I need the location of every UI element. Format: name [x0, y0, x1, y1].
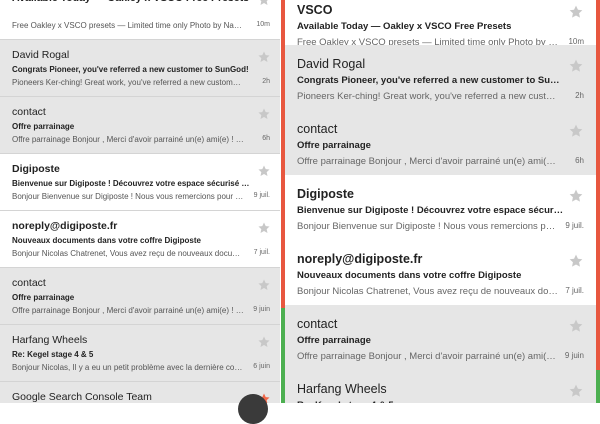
star-icon[interactable]: [568, 123, 584, 139]
email-row[interactable]: contact Offre parrainage Offre parrainage …: [0, 268, 280, 325]
email-subject: Offre parrainage: [297, 335, 371, 346]
floating-action-fragment[interactable]: [238, 394, 268, 424]
email-preview: Offre parrainage Bonjour , Merci d'avoir…: [12, 135, 244, 144]
email-subject: Bienvenue sur Digiposte ! Découvrez votr…: [12, 179, 250, 188]
email-sender: contact: [297, 317, 338, 331]
email-sender: Harfang Wheels: [297, 382, 387, 396]
email-preview: Bonjour Nicolas, Il y a eu un petit prob…: [12, 363, 244, 372]
email-sender: contact: [297, 122, 338, 136]
email-time: 2h: [262, 78, 270, 85]
email-row[interactable]: contact Offre parrainage Offre parrainage …: [285, 110, 600, 176]
email-time: 2h: [575, 91, 584, 100]
email-sender: contact: [12, 106, 46, 118]
email-preview: Bonjour Bienvenue sur Digiposte ! Nous v…: [12, 192, 244, 201]
email-subject: Available Today — Oakley x VSCO Free Pre…: [297, 21, 512, 32]
email-time: 7 juil.: [253, 249, 270, 256]
email-row[interactable]: Available Today — Oakley x VSCO Free Pre…: [0, 0, 280, 40]
email-list-wide: VSCO Available Today — Oakley x VSCO Free…: [285, 0, 600, 403]
email-sender: VSCO: [297, 3, 333, 17]
strip-right-red: [596, 0, 600, 370]
strip-left-green: [281, 308, 285, 403]
email-row[interactable]: David Rogal Congrats Pioneer, you've refe…: [0, 40, 280, 97]
email-preview: Free Oakley x VSCO presets — Limited tim…: [12, 21, 244, 30]
star-icon[interactable]: [257, 221, 271, 235]
email-row[interactable]: contact Offre parrainage Offre parrainage …: [0, 97, 280, 154]
email-time: 6 juin: [253, 363, 270, 370]
email-preview: Pioneers Ker-ching! Great work, you've r…: [297, 91, 559, 102]
star-icon[interactable]: [257, 164, 271, 178]
email-preview: Pioneers Ker-ching! Great work, you've r…: [12, 78, 244, 87]
email-preview: Bonjour Nicolas Chatrenet, Vous avez reç…: [12, 249, 244, 258]
email-row[interactable]: Google Search Console TeamAugmentation d…: [0, 382, 280, 403]
email-time: 6h: [262, 135, 270, 142]
email-row[interactable]: noreply@digiposte.fr Nouveaux documents d…: [285, 240, 600, 306]
strip-right-green: [596, 370, 600, 403]
email-row[interactable]: noreply@digiposte.fr Nouveaux documents d…: [0, 211, 280, 268]
email-sender: noreply@digiposte.fr: [297, 252, 423, 266]
star-icon[interactable]: [568, 383, 584, 399]
email-row[interactable]: David Rogal Congrats Pioneer, you've refe…: [285, 45, 600, 111]
star-icon[interactable]: [568, 4, 584, 20]
email-sender: David Rogal: [297, 57, 366, 71]
star-icon[interactable]: [568, 58, 584, 74]
email-preview: Bonjour Bienvenue sur Digiposte ! Nous v…: [297, 221, 559, 232]
email-sender: Google Search Console Team: [12, 391, 152, 403]
email-row[interactable]: contact Offre parrainage Offre parrainage …: [285, 305, 600, 371]
email-subject: Congrats Pioneer, you've referred a new …: [297, 75, 565, 86]
email-subject: Offre parrainage: [12, 293, 75, 302]
email-preview: Offre parrainage Bonjour , Merci d'avoir…: [297, 156, 559, 167]
star-icon[interactable]: [257, 278, 271, 292]
email-time: 9 juil.: [253, 192, 270, 199]
email-sender: Digiposte: [297, 187, 354, 201]
email-row[interactable]: Digiposte Bienvenue sur Digiposte ! Décou…: [285, 175, 600, 241]
email-time: 6h: [575, 156, 584, 165]
email-subject: Offre parrainage: [297, 140, 371, 151]
star-icon[interactable]: [257, 107, 271, 121]
star-icon[interactable]: [568, 253, 584, 269]
email-time: 9 juin: [564, 351, 584, 360]
star-icon[interactable]: [568, 318, 584, 334]
email-subject: Re: Kegel stage 4 & 5: [12, 350, 94, 359]
email-subject: Congrats Pioneer, you've referred a new …: [12, 65, 249, 74]
star-icon[interactable]: [257, 0, 271, 7]
email-sender: Digiposte: [12, 163, 60, 175]
email-row[interactable]: Harfang WheelsRe: Kegel stage 4 & 5: [285, 370, 600, 403]
email-preview: Offre parrainage Bonjour , Merci d'avoir…: [12, 306, 244, 315]
email-time: 9 juin: [253, 306, 270, 313]
star-icon[interactable]: [257, 335, 271, 349]
email-row[interactable]: Digiposte Bienvenue sur Digiposte ! Décou…: [0, 154, 280, 211]
email-sender: David Rogal: [12, 49, 70, 61]
email-subject: Offre parrainage: [12, 122, 75, 131]
email-list-narrow: Available Today — Oakley x VSCO Free Pre…: [0, 0, 280, 403]
email-subject: Nouveaux documents dans votre coffre Dig…: [297, 270, 522, 281]
email-sender: Available Today — Oakley x VSCO Free Pre…: [12, 0, 249, 4]
email-subject: Bienvenue sur Digiposte ! Découvrez votr…: [297, 205, 565, 216]
email-preview: Bonjour Nicolas Chatrenet, Vous avez reç…: [297, 286, 559, 297]
email-row[interactable]: Harfang Wheels Re: Kegel stage 4 & 5 Bonjo…: [0, 325, 280, 382]
star-icon[interactable]: [257, 50, 271, 64]
email-subject: Nouveaux documents dans votre coffre Dig…: [12, 236, 201, 245]
email-preview: Offre parrainage Bonjour , Merci d'avoir…: [297, 351, 559, 362]
email-sender: contact: [12, 277, 46, 289]
star-icon[interactable]: [568, 188, 584, 204]
email-sender: noreply@digiposte.fr: [12, 220, 118, 232]
email-time: 9 juil.: [565, 221, 584, 230]
email-sender: Harfang Wheels: [12, 334, 88, 346]
email-time: 10m: [256, 21, 270, 28]
email-time: 7 juil.: [565, 286, 584, 295]
strip-left-red: [281, 0, 285, 308]
